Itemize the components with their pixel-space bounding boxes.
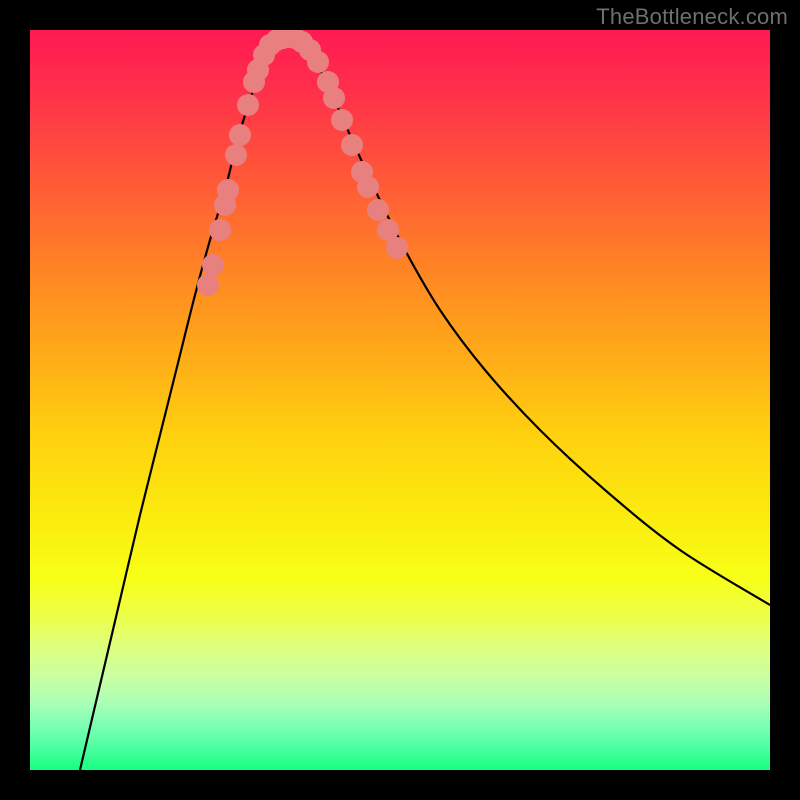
data-marker: [202, 254, 224, 276]
data-marker: [237, 94, 259, 116]
data-marker: [386, 237, 408, 259]
chart-frame: TheBottleneck.com: [0, 0, 800, 800]
marker-layer: [30, 30, 770, 770]
watermark-label: TheBottleneck.com: [596, 4, 788, 30]
data-marker: [323, 87, 345, 109]
plot-area: [30, 30, 770, 770]
marker-group: [197, 30, 408, 296]
data-marker: [341, 134, 363, 156]
data-marker: [217, 179, 239, 201]
data-marker: [331, 109, 353, 131]
data-marker: [367, 199, 389, 221]
data-marker: [229, 124, 251, 146]
data-marker: [357, 176, 379, 198]
data-marker: [197, 274, 219, 296]
data-marker: [209, 219, 231, 241]
data-marker: [307, 51, 329, 73]
data-marker: [225, 144, 247, 166]
